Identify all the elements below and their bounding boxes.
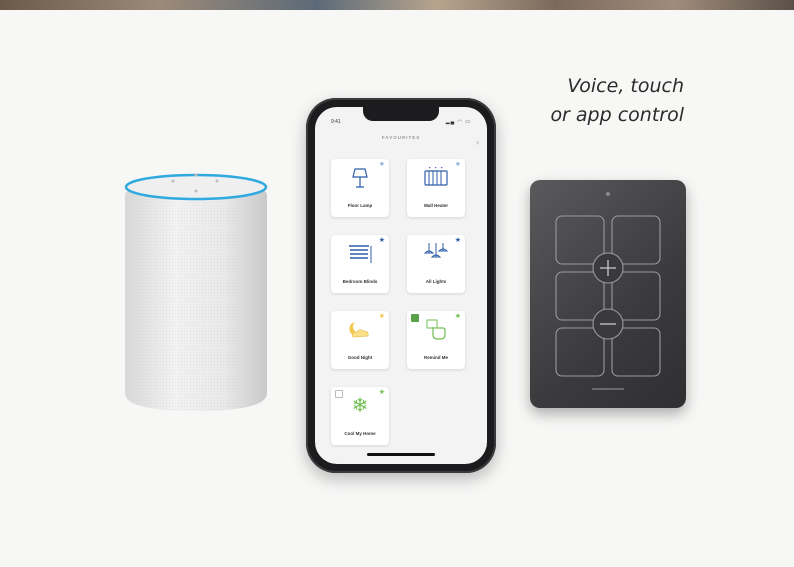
switch-button-6[interactable]: [611, 327, 661, 377]
tile-floor-lamp[interactable]: ★ Floor Lamp: [331, 159, 389, 217]
switch-button-1[interactable]: [555, 215, 605, 265]
favourites-header: FAVOURITES: [381, 135, 421, 140]
switch-button-2[interactable]: [611, 215, 661, 265]
tagline-line-1: Voice, touch: [567, 75, 684, 97]
smart-speaker-illustration: [124, 173, 268, 411]
tile-all-lights[interactable]: ★ All Lights: [407, 235, 465, 293]
top-photo-strip: [0, 0, 794, 10]
floor-lamp-icon: [352, 168, 368, 188]
smart-speaker: [117, 165, 275, 415]
home-indicator[interactable]: [367, 453, 435, 456]
smartphone: 9:41 ▂▄ ◠ ▭ FAVOURITES › ★ Floor Lamp ★: [306, 98, 496, 473]
tagline: Voice, touch or app control: [550, 72, 684, 130]
switch-button-3[interactable]: [555, 271, 605, 321]
tile-label: Cool My Home: [344, 431, 376, 436]
phone-notch: [363, 107, 439, 121]
wall-heater-icon: [424, 167, 448, 186]
moon-cloud-icon: [349, 322, 369, 338]
snowflake-icon: ❄: [351, 395, 369, 417]
tile-label: Wall Heater: [423, 203, 449, 208]
tile-label: All Lights: [425, 279, 447, 284]
phone-screen: 9:41 ▂▄ ◠ ▭ FAVOURITES › ★ Floor Lamp ★: [315, 107, 487, 464]
wall-touch-switch: [530, 180, 686, 408]
tile-remind-me[interactable]: ★ Remind Me: [407, 311, 465, 369]
blinds-icon: [349, 245, 372, 263]
tile-bedroom-blinds[interactable]: ★ Bedroom Blinds: [331, 235, 389, 293]
tile-wall-heater[interactable]: ★ Wall Heater: [407, 159, 465, 217]
switch-button-4[interactable]: [611, 271, 661, 321]
tile-good-night[interactable]: ★ Good Night: [331, 311, 389, 369]
status-icons: ▂▄ ◠ ▭: [445, 119, 471, 125]
touch-switch-illustration: [555, 192, 661, 390]
tile-cool-my-home[interactable]: ★ ❄ Cool My Home: [331, 387, 389, 445]
hand-tap-icon: [426, 319, 446, 340]
tile-label: Good Night: [347, 355, 373, 360]
tagline-line-2: or app control: [550, 104, 684, 126]
status-time: 9:41: [331, 119, 341, 125]
tile-label: Bedroom Blinds: [342, 279, 378, 284]
tile-label: Remind Me: [423, 355, 448, 360]
pendant-lights-icon: [423, 243, 449, 258]
switch-button-5[interactable]: [555, 327, 605, 377]
chevron-right-icon[interactable]: ›: [476, 137, 479, 147]
tile-label: Floor Lamp: [347, 203, 373, 208]
